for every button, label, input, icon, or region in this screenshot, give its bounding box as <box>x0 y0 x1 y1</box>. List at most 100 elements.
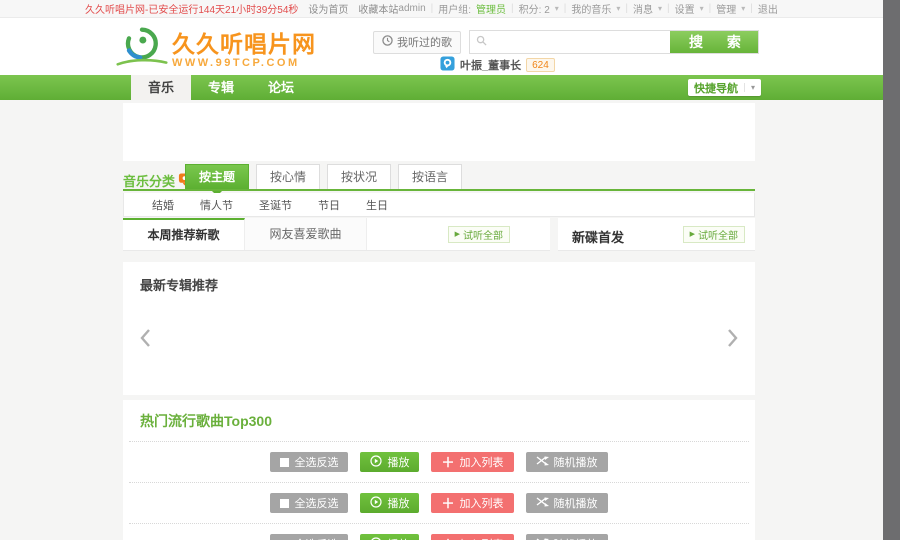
messages-menu[interactable]: 消息 <box>633 1 653 16</box>
search-box: 搜 索 <box>469 30 759 54</box>
play-button[interactable]: 播放 <box>360 452 419 472</box>
history-clock-icon <box>382 35 393 49</box>
play-triangle-icon: ▶ <box>690 231 695 238</box>
main-nav-tabs: 音乐 专辑 论坛 <box>131 75 311 100</box>
nav-tab-music[interactable]: 音乐 <box>131 75 191 100</box>
select-all-button[interactable]: 全选反选 <box>270 534 348 540</box>
tab-user-favorites[interactable]: 网友喜爱歌曲 <box>245 218 367 250</box>
search-input[interactable] <box>492 35 664 49</box>
site-logo[interactable]: 久久听唱片网 WWW.99TCP.COM <box>116 23 316 76</box>
category-tabs: 按主题 按心情 按状况 按语言 <box>185 164 462 189</box>
user-group-label: 用户组: <box>438 1 471 16</box>
logged-user-chip[interactable]: 叶振_董事长 624 <box>440 56 555 74</box>
separator: | <box>625 3 628 14</box>
quick-nav-button[interactable]: 快捷导航 ▾ <box>688 79 761 96</box>
category-tab-row: 音乐分类 按主题 按心情 按状况 按语言 <box>123 166 755 191</box>
window-edge-strip <box>883 0 900 540</box>
play-circle-icon <box>370 496 382 511</box>
add-to-list-button[interactable]: ＋ 加入列表 <box>431 493 513 513</box>
play-label: 播放 <box>387 495 409 511</box>
site-header: 久久听唱片网 WWW.99TCP.COM 我听过的歌 <box>0 19 883 75</box>
play-circle-icon <box>370 537 382 540</box>
search-icon <box>476 33 487 51</box>
select-all-label: 全选反选 <box>294 454 338 470</box>
carousel-next-icon[interactable] <box>726 328 740 348</box>
nav-tab-albums[interactable]: 专辑 <box>191 75 251 100</box>
username[interactable]: admin <box>398 3 425 14</box>
bookmark-link[interactable]: 收藏本站 <box>358 1 398 16</box>
banner-placeholder <box>123 103 755 161</box>
logo-text: 久久听唱片网 WWW.99TCP.COM <box>172 31 316 69</box>
add-to-list-button[interactable]: ＋ 加入列表 <box>431 534 513 540</box>
listen-all-button[interactable]: ▶ 试听全部 <box>448 226 510 243</box>
logout-link[interactable]: 退出 <box>758 1 778 16</box>
settings-menu[interactable]: 设置 <box>675 1 695 16</box>
uptime-notice: 久久听唱片网-已安全运行144天21小时39分54秒 <box>85 1 298 16</box>
hot-songs-section: 热门流行歌曲Top300 全选反选 播放 ＋ <box>123 400 755 540</box>
set-home-link[interactable]: 设为首页 <box>308 1 348 16</box>
checkbox-icon <box>280 499 289 508</box>
separator: | <box>511 3 514 14</box>
tab-weekly-new-songs[interactable]: 本周推荐新歌 <box>123 218 245 250</box>
shuffle-play-button[interactable]: 随机播放 <box>526 493 608 513</box>
play-button[interactable]: 播放 <box>360 493 419 513</box>
add-to-list-button[interactable]: ＋ 加入列表 <box>431 452 513 472</box>
play-button[interactable]: 播放 <box>360 534 419 540</box>
caret-down-icon: ▾ <box>741 5 745 13</box>
select-all-label: 全选反选 <box>294 495 338 511</box>
caret-down-icon: ▾ <box>658 5 662 13</box>
shuffle-label: 随机播放 <box>554 536 598 540</box>
shuffle-label: 随机播放 <box>554 495 598 511</box>
my-music-menu[interactable]: 我的音乐 <box>571 1 611 16</box>
user-chip-name: 叶振_董事长 <box>460 57 521 73</box>
listen-all-button[interactable]: ▶ 试听全部 <box>683 226 745 243</box>
shuffle-label: 随机播放 <box>554 454 598 470</box>
sub-item-valentine[interactable]: 情人节 <box>200 197 233 213</box>
logo-subtitle: WWW.99TCP.COM <box>172 57 316 69</box>
song-group-row: 全选反选 播放 ＋ 加入列表 <box>129 482 749 523</box>
sub-item-birthday[interactable]: 生日 <box>366 197 388 213</box>
category-title: 音乐分类 <box>123 171 175 190</box>
page-content: 音乐分类 按主题 按心情 按状况 按语言 结婚 情人节 圣诞节 节日 <box>0 100 883 540</box>
user-group-value[interactable]: 管理员 <box>476 1 506 16</box>
category-sub-items: 结婚 情人节 圣诞节 节日 生日 <box>123 193 755 217</box>
points-menu[interactable]: 积分: 2 <box>519 1 550 16</box>
admin-menu[interactable]: 管理 <box>716 1 736 16</box>
hot-songs-title: 热门流行歌曲Top300 <box>123 400 755 441</box>
search-button[interactable]: 搜 索 <box>670 31 758 53</box>
shuffle-icon <box>536 456 549 469</box>
play-circle-icon <box>370 455 382 470</box>
nav-tab-forum[interactable]: 论坛 <box>251 75 311 100</box>
listen-all-label: 试听全部 <box>463 227 503 242</box>
separator: | <box>431 3 434 14</box>
caret-down-icon: ▾ <box>616 5 620 13</box>
song-group-row: 全选反选 播放 ＋ 加入列表 <box>129 441 749 482</box>
category-tab-status[interactable]: 按状况 <box>327 164 391 189</box>
shuffle-play-button[interactable]: 随机播放 <box>526 452 608 472</box>
main-nav: 音乐 专辑 论坛 快捷导航 ▾ <box>0 75 883 100</box>
sub-item-festival[interactable]: 节日 <box>318 197 340 213</box>
listen-all-label: 试听全部 <box>698 227 738 242</box>
category-tab-mood[interactable]: 按心情 <box>256 164 320 189</box>
topbar-left: 久久听唱片网-已安全运行144天21小时39分54秒 设为首页 收藏本站 <box>85 1 398 16</box>
play-triangle-icon: ▶ <box>455 231 460 238</box>
shuffle-play-button[interactable]: 随机播放 <box>526 534 608 540</box>
separator: | <box>709 3 712 14</box>
select-all-label: 全选反选 <box>294 536 338 540</box>
song-group-row: 全选反选 播放 ＋ 加入列表 <box>129 523 749 540</box>
carousel-prev-icon[interactable] <box>138 328 152 348</box>
user-menu-bar: admin | 用户组: 管理员 | 积分: 2 ▾ | 我的音乐 ▾ | 消息… <box>398 1 778 16</box>
checkbox-icon <box>280 458 289 467</box>
select-all-button[interactable]: 全选反选 <box>270 452 348 472</box>
separator: | <box>750 3 753 14</box>
select-all-button[interactable]: 全选反选 <box>270 493 348 513</box>
message-count-badge[interactable]: 624 <box>526 58 555 72</box>
new-album-panel: 新碟首发 ▶ 试听全部 <box>558 218 755 251</box>
category-tab-theme[interactable]: 按主题 <box>185 164 249 189</box>
recommend-panel: 本周推荐新歌 网友喜爱歌曲 ▶ 试听全部 <box>123 218 550 251</box>
caret-down-icon: ▾ <box>744 83 755 92</box>
listened-songs-button[interactable]: 我听过的歌 <box>373 31 461 54</box>
sub-item-wedding[interactable]: 结婚 <box>152 197 174 213</box>
sub-item-christmas[interactable]: 圣诞节 <box>259 197 292 213</box>
category-tab-language[interactable]: 按语言 <box>398 164 462 189</box>
